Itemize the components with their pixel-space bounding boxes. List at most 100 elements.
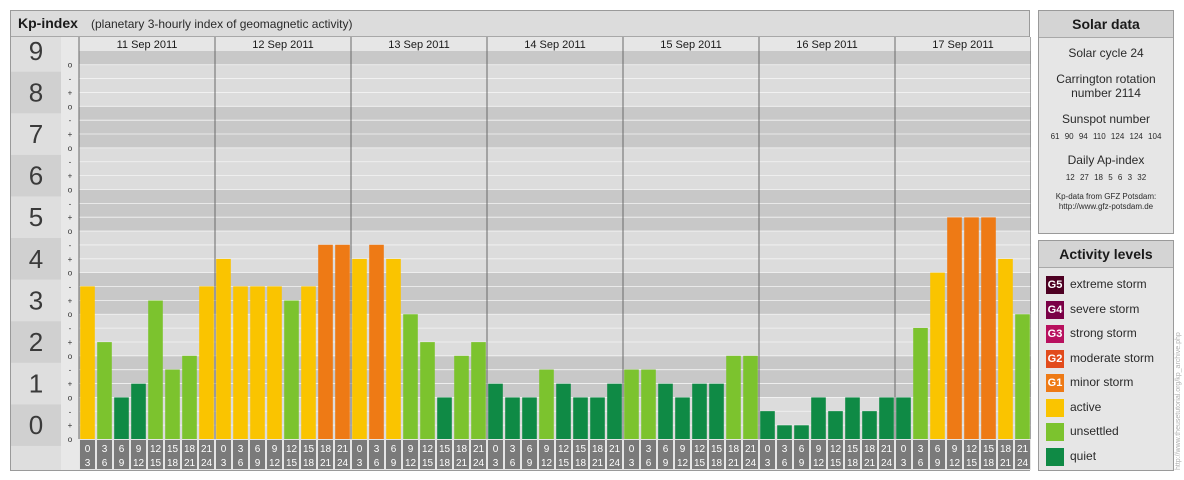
interval-start-label: 0	[629, 444, 635, 455]
interval-end-label: 18	[575, 458, 587, 469]
interval-end-label: 15	[286, 458, 298, 469]
kp-bar	[964, 217, 979, 439]
sub-tick-label: +	[68, 88, 73, 97]
kp-bar	[590, 397, 605, 439]
kp-bar	[879, 397, 894, 439]
kp-bar	[981, 217, 996, 439]
sub-tick-label: -	[69, 116, 72, 125]
kp-bar	[199, 286, 214, 439]
interval-start-label: 21	[1017, 444, 1029, 455]
kp-band	[79, 147, 1031, 190]
interval-end-label: 3	[765, 458, 771, 469]
interval-end-label: 6	[238, 458, 244, 469]
y-tick-label: 2	[29, 327, 43, 357]
activity-level-swatch	[1046, 447, 1064, 466]
activity-level-label: quiet	[1070, 448, 1097, 463]
kp-bar	[233, 286, 248, 439]
sub-tick-label: -	[69, 199, 72, 208]
day-label: 11 Sep 2011	[117, 39, 178, 51]
kp-band	[79, 189, 1031, 232]
interval-end-label: 12	[269, 458, 281, 469]
day-label: 16 Sep 2011	[796, 39, 858, 51]
interval-end-label: 21	[184, 458, 196, 469]
y-tick-label: 4	[29, 244, 43, 274]
interval-start-label: 3	[374, 444, 380, 455]
kp-bar-chart: 0123456789o+-o+-o+-o+-o+-o+-o+-o+-o+-o11…	[11, 30, 1031, 470]
sub-tick-label: o	[68, 310, 73, 319]
activity-level-label: active	[1070, 399, 1102, 414]
interval-start-label: 9	[952, 444, 958, 455]
sub-tick-label: o	[68, 269, 73, 278]
kp-bar	[352, 258, 367, 439]
activity-level-label: moderate storm	[1070, 350, 1155, 365]
sub-tick-label: +	[68, 213, 73, 222]
kp-index-dashboard: 0 1 2 3 4 5 6 7 8 9 o + - o + - o + - o + - o + - o + - o + - o + - o + - o 11…	[0, 0, 1184, 480]
interval-end-label: 3	[221, 458, 227, 469]
interval-start-label: 15	[439, 444, 451, 455]
activity-level-swatch: G5	[1046, 276, 1064, 294]
solar-cycle: Solar cycle 24	[1068, 46, 1144, 60]
sub-tick-label: -	[69, 407, 72, 416]
interval-start-label: 12	[694, 444, 706, 455]
interval-start-label: 6	[119, 444, 125, 455]
kp-bar	[998, 258, 1013, 439]
y-tick-label: 7	[29, 119, 43, 149]
kp-bar	[845, 397, 860, 439]
interval-start-label: 21	[337, 444, 349, 455]
activity-level-unsettled: unsettled	[1046, 422, 1174, 442]
kp-bar	[726, 355, 741, 439]
interval-end-label: 15	[830, 458, 842, 469]
interval-end-label: 21	[1000, 458, 1012, 469]
kp-bar	[573, 397, 588, 439]
interval-end-label: 6	[510, 458, 516, 469]
kp-band	[79, 106, 1031, 148]
interval-end-label: 18	[983, 458, 995, 469]
interval-start-label: 12	[286, 444, 298, 455]
y-tick-label: 1	[29, 369, 43, 399]
activity-level-label: extreme storm	[1070, 277, 1147, 291]
kp-bar	[641, 369, 656, 439]
interval-end-label: 12	[949, 458, 961, 469]
interval-start-label: 15	[983, 444, 995, 455]
interval-start-label: 18	[592, 444, 604, 455]
interval-start-label: 21	[609, 444, 621, 455]
interval-end-label: 21	[456, 458, 468, 469]
activity-level-swatch: G3	[1046, 325, 1064, 343]
interval-start-label: 3	[510, 444, 516, 455]
y-tick-label: 5	[29, 202, 43, 232]
interval-end-label: 9	[527, 458, 533, 469]
activity-level-swatch: G1	[1046, 374, 1064, 392]
interval-end-label: 3	[629, 458, 635, 469]
sub-tick-label: +	[68, 421, 73, 430]
interval-end-label: 15	[150, 458, 162, 469]
y-tick-label: 8	[29, 77, 43, 107]
kp-bar	[896, 397, 911, 439]
interval-start-label: 3	[102, 444, 108, 455]
interval-end-label: 18	[167, 458, 179, 469]
interval-end-label: 3	[493, 458, 499, 469]
kp-bar	[250, 286, 265, 439]
kp-bar	[267, 286, 282, 439]
interval-end-label: 3	[85, 458, 91, 469]
y-tick-label: 9	[29, 36, 43, 66]
interval-end-label: 24	[201, 458, 213, 469]
day-label: 17 Sep 2011	[932, 39, 994, 51]
interval-end-label: 12	[133, 458, 145, 469]
interval-start-label: 15	[847, 444, 859, 455]
interval-start-label: 0	[221, 444, 227, 455]
y-tick-label: 3	[29, 285, 43, 315]
interval-start-label: 18	[184, 444, 196, 455]
source-line-1: Kp-data from GFZ Potsdam:	[1055, 192, 1157, 201]
kp-bar	[301, 286, 316, 439]
activity-level-minor-storm: G1 minor storm	[1046, 373, 1174, 393]
interval-start-label: 15	[711, 444, 723, 455]
interval-start-label: 12	[830, 444, 842, 455]
sub-tick-label: o	[68, 185, 73, 194]
activity-levels-heading: Activity levels	[1039, 241, 1173, 268]
interval-end-label: 21	[864, 458, 876, 469]
interval-start-label: 18	[728, 444, 740, 455]
activity-level-label: unsettled	[1070, 424, 1119, 438]
interval-start-label: 3	[782, 444, 788, 455]
kp-bar	[488, 383, 503, 439]
day-label: 12 Sep 2011	[252, 39, 314, 51]
